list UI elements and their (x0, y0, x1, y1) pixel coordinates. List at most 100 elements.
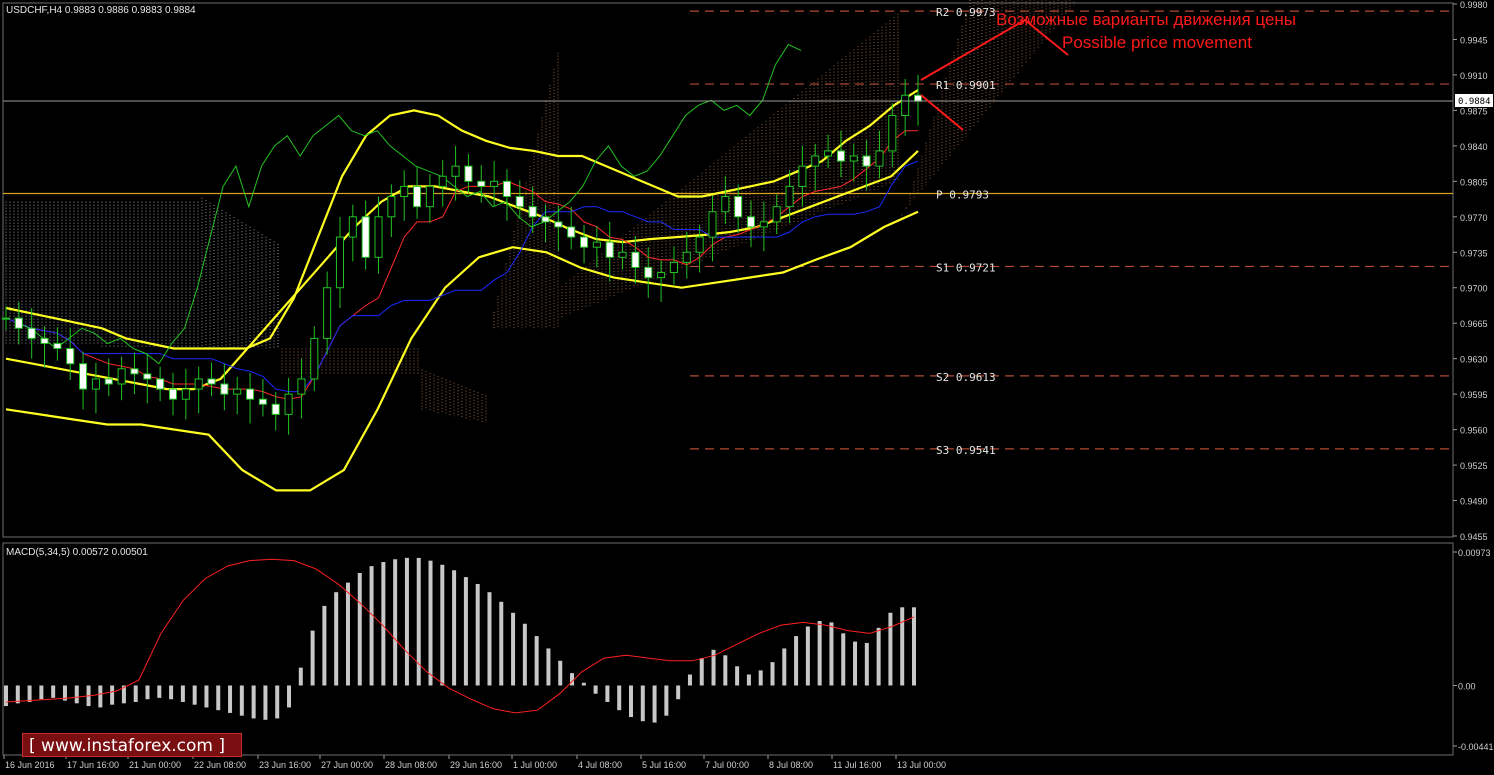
macd-bar (829, 622, 834, 686)
time-tick-label: 28 Jun 08:00 (385, 760, 437, 770)
candle-body (310, 337, 319, 380)
candle-body (592, 241, 601, 248)
macd-bar (216, 685, 221, 711)
candle-body (657, 272, 666, 279)
price-tick-label: 0.9980 (1460, 0, 1488, 10)
trading-chart: R2 0.9973 R1 0.9901 P 0.9793 S1 0.9721 S2 0.… (1, 0, 1494, 770)
macd-bar (699, 658, 704, 686)
candle-body (554, 221, 563, 228)
time-tick-label: 8 Jul 08:00 (769, 760, 813, 770)
price-tick-label: 0.9910 (1460, 71, 1488, 81)
macd-tick-label: 0.00 (1458, 681, 1476, 691)
macd-bar (900, 607, 905, 686)
macd-bar (534, 636, 539, 686)
macd-bar (228, 685, 233, 713)
macd-bar (876, 627, 881, 686)
macd-bar (687, 674, 692, 686)
candle-body (913, 94, 923, 102)
price-tick-label: 0.9455 (1460, 532, 1488, 542)
price-tick-label: 0.9595 (1460, 390, 1488, 400)
candle-body (464, 165, 473, 182)
candle-body (811, 155, 820, 167)
macd-bar (310, 630, 315, 686)
candle-body (708, 211, 717, 238)
macd-bar (133, 685, 138, 702)
macd-bar (605, 685, 610, 702)
candle-body (515, 196, 524, 208)
chikou-line (17, 43, 802, 365)
candle-body (644, 266, 653, 279)
candle-body (66, 348, 75, 365)
macd-bar (912, 607, 916, 686)
candle-body (233, 388, 242, 395)
candle-body (181, 388, 190, 400)
time-tick-label: 22 Jun 08:00 (194, 760, 246, 770)
candle-body (1, 317, 11, 320)
candle-body (605, 241, 614, 258)
candle-body (40, 337, 49, 344)
macd-tick-label: 0.00973 (1458, 548, 1491, 558)
candle-body (734, 196, 743, 218)
macd-bar (487, 592, 492, 686)
candle-body (824, 150, 833, 157)
time-tick-label: 29 Jun 16:00 (450, 760, 502, 770)
macd-bar (369, 566, 374, 686)
candle-body (207, 378, 216, 385)
price-tick-label: 0.9700 (1460, 284, 1488, 294)
candle-body (374, 216, 383, 258)
kijun-line (5, 160, 919, 393)
candle-body (875, 150, 884, 167)
macd-bar (393, 559, 398, 686)
price-tick-label: 0.9560 (1460, 426, 1488, 436)
level-p-label: P 0.9793 (936, 188, 989, 201)
time-tick-label: 5 Jul 16:00 (642, 760, 686, 770)
tenkan-line (5, 130, 918, 400)
macd-bar (428, 560, 433, 686)
macd-bar (617, 685, 622, 711)
candle-body (901, 94, 910, 116)
price-tick-label: 0.9770 (1460, 213, 1488, 223)
macd-bar (275, 685, 280, 719)
candle-body (721, 196, 730, 213)
macd-bar (298, 667, 303, 686)
macd-bar (511, 612, 516, 686)
macd-bar (322, 605, 327, 686)
candle-body (168, 388, 178, 400)
annotation-title-ru: Возможные варианты движения цены (996, 10, 1296, 29)
time-tick-label: 21 Jun 00:00 (129, 760, 181, 770)
price-tick-label: 0.9945 (1460, 35, 1488, 45)
candle-body (348, 216, 357, 238)
macd-bar (463, 577, 468, 686)
candle-body (387, 196, 396, 218)
candle-body (14, 317, 23, 329)
macd-bar (381, 562, 386, 686)
macd-bar (640, 685, 645, 722)
candle-body (477, 180, 486, 187)
macd-bar (841, 633, 846, 686)
macd-bar (51, 685, 56, 698)
candle-body (567, 226, 576, 238)
price-tick-label: 0.9525 (1460, 461, 1488, 471)
macd-bar (251, 685, 256, 719)
level-s1-label: S1 0.9721 (936, 261, 996, 274)
macd-bar (770, 662, 775, 686)
macd-bar (157, 685, 162, 698)
price-tick-label: 0.9805 (1460, 177, 1488, 187)
macd-bar (357, 572, 362, 686)
macd-bar (239, 685, 244, 716)
price-tick-label: 0.9665 (1460, 319, 1488, 329)
instaforex-watermark: [ www.instaforex.com ] (22, 733, 242, 757)
macd-bar (440, 564, 445, 686)
macd-bar (404, 557, 409, 686)
candle-body (323, 287, 332, 339)
time-tick-label: 13 Jul 00:00 (897, 760, 946, 770)
candle-body (759, 221, 768, 228)
macd-bar (169, 685, 174, 700)
macd-tick-label: -0.00441 (1458, 742, 1494, 752)
time-tick-label: 27 Jun 00:00 (321, 760, 373, 770)
level-s3-label: S3 0.9541 (936, 444, 996, 457)
macd-bar (74, 685, 79, 704)
macd-bar (805, 626, 810, 686)
price-tick-label: 0.9490 (1460, 497, 1488, 507)
macd-bar (676, 685, 681, 700)
